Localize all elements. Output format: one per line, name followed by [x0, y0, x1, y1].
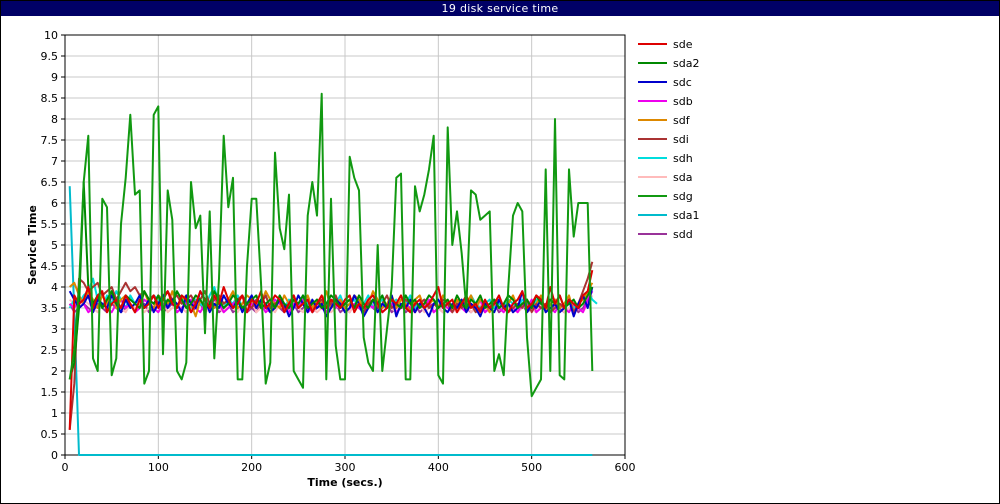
y-tick-label: 9 — [51, 71, 58, 84]
y-axis-label: Service Time — [26, 205, 39, 285]
y-tick-label: 8 — [51, 113, 58, 126]
y-tick-label: 6.5 — [41, 176, 59, 189]
chart-canvas: 0 0.5 1 1.5 2 2.5 3 3.5 4 4.5 5 5.5 6 6.5 7 7.5 8 8.5 9 9.5… — [26, 29, 699, 489]
x-tick-label: 600 — [615, 461, 636, 474]
legend-label-sdi: sdi — [673, 133, 689, 146]
legend-label-sda1: sda1 — [673, 209, 699, 222]
x-axis-ticks: 0 100 200 300 400 500 600 — [62, 455, 636, 474]
x-tick-label: 500 — [521, 461, 542, 474]
gridlines — [64, 34, 626, 456]
y-axis-ticks: 0 0.5 1 1.5 2 2.5 3 3.5 4 4.5 5 5.5 6 6.5 7 7.5 8 8.5 9 9.5… — [41, 29, 65, 462]
x-tick-label: 0 — [62, 461, 69, 474]
y-tick-label: 2.5 — [41, 344, 59, 357]
y-tick-label: 4.5 — [41, 260, 59, 273]
y-tick-label: 9.5 — [41, 50, 59, 63]
legend-label-sdc: sdc — [673, 76, 692, 89]
legend-label-sdh: sdh — [673, 152, 693, 165]
legend-label-sdd: sdd — [673, 228, 693, 241]
legend-label-sdb: sdb — [673, 95, 693, 108]
x-tick-label: 300 — [335, 461, 356, 474]
y-tick-label: 6 — [51, 197, 58, 210]
x-axis-label: Time (secs.) — [307, 476, 382, 489]
y-tick-label: 2 — [51, 365, 58, 378]
legend: sde sda2 sdc sdb sdf sdi sdh sda sdg sda1 sdd — [638, 38, 699, 241]
y-tick-label: 3 — [51, 323, 58, 336]
y-tick-label: 3.5 — [41, 302, 59, 315]
y-tick-label: 5 — [51, 239, 58, 252]
y-tick-label: 1.5 — [41, 386, 59, 399]
legend-label-sdg: sdg — [673, 190, 693, 203]
y-tick-label: 7.5 — [41, 134, 59, 147]
y-tick-label: 7 — [51, 155, 58, 168]
y-tick-label: 0 — [51, 449, 58, 462]
x-tick-label: 200 — [241, 461, 262, 474]
y-tick-label: 8.5 — [41, 92, 59, 105]
legend-label-sda: sda — [673, 171, 692, 184]
x-tick-label: 100 — [148, 461, 169, 474]
y-tick-label: 4 — [51, 281, 58, 294]
y-tick-label: 1 — [51, 407, 58, 420]
y-tick-label: 0.5 — [41, 428, 59, 441]
y-tick-label: 5.5 — [41, 218, 59, 231]
y-tick-label: 10 — [44, 29, 58, 42]
x-tick-label: 400 — [428, 461, 449, 474]
legend-label-sdf: sdf — [673, 114, 691, 127]
legend-label-sda2: sda2 — [673, 57, 699, 70]
legend-label-sde: sde — [673, 38, 693, 51]
